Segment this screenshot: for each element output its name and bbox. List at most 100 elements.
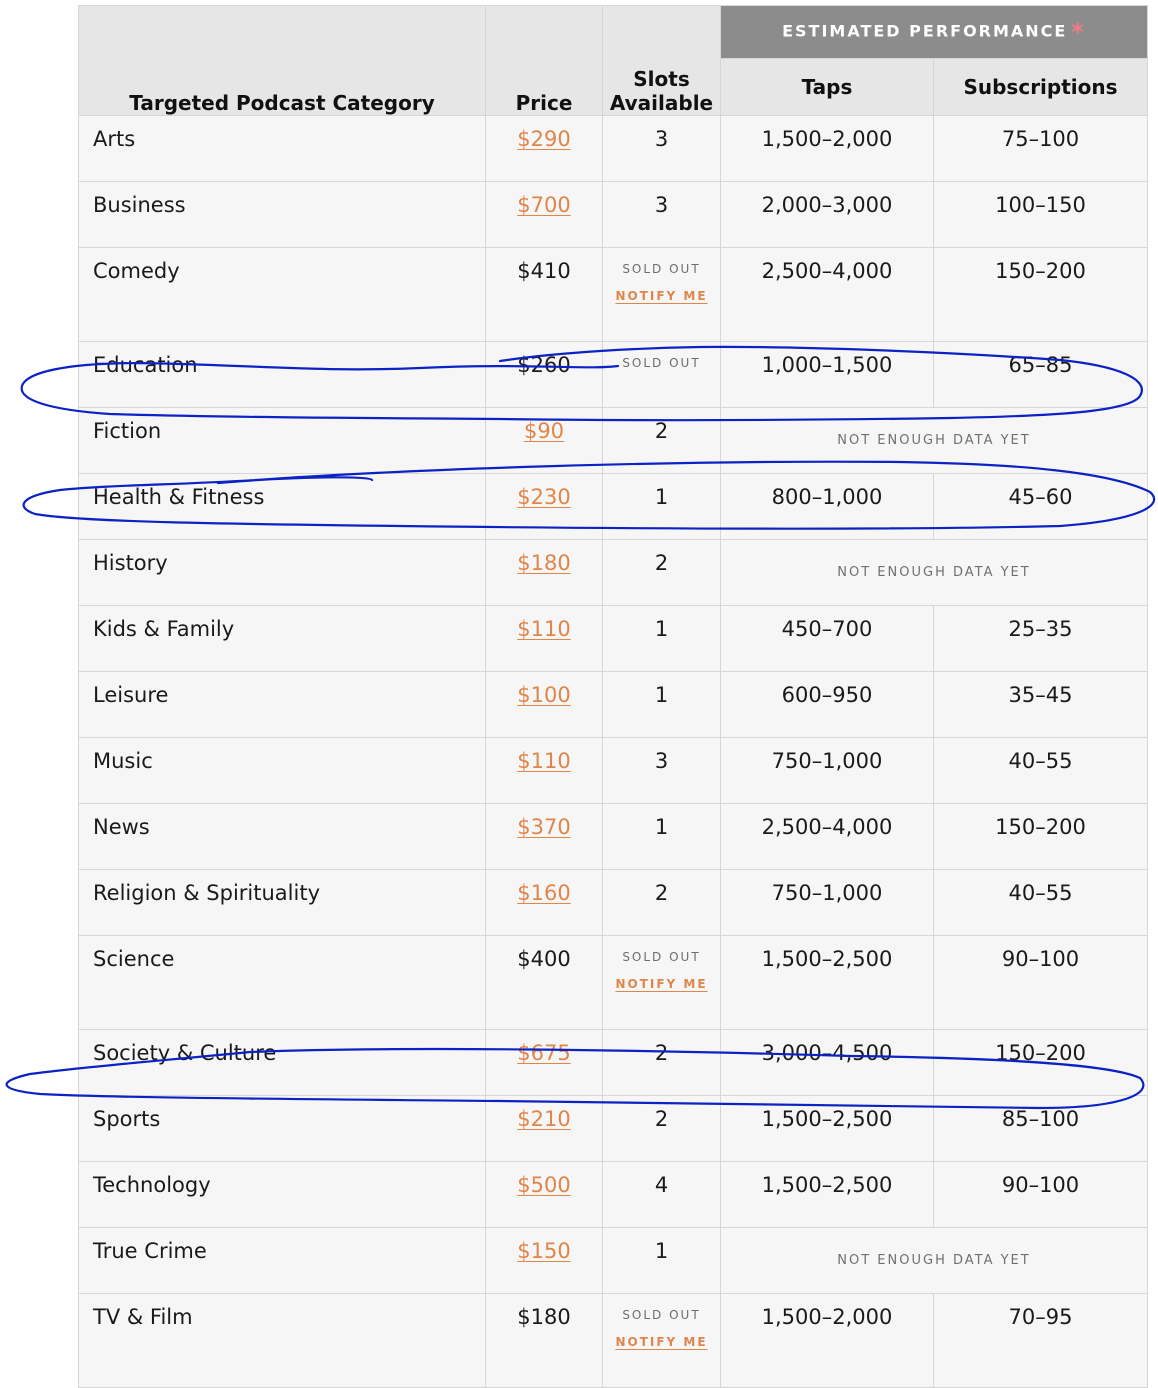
- table-row-business: Business $700 3 2,000–3,000 100–150: [78, 181, 1148, 248]
- price-cell-education: $260: [485, 341, 603, 408]
- price-cell-health-and-fitness: $230: [485, 473, 603, 540]
- price-link-true-crime[interactable]: $150: [517, 1239, 570, 1263]
- category-cell-business: Business: [78, 181, 486, 248]
- price-cell-arts: $290: [485, 115, 603, 182]
- slots-cell-news: 1: [602, 803, 721, 870]
- sold-out-label: SOLD OUT: [622, 356, 701, 370]
- subscriptions-cell-comedy: 150–200: [933, 247, 1148, 342]
- taps-cell-technology: 1,500–2,500: [720, 1161, 934, 1228]
- table-row-technology: Technology $500 4 1,500–2,500 90–100: [78, 1161, 1148, 1228]
- price-link-religion-and-spirituality[interactable]: $160: [517, 881, 570, 905]
- slots-cell-religion-and-spirituality: 2: [602, 869, 721, 936]
- table-row-sports: Sports $210 2 1,500–2,500 85–100: [78, 1095, 1148, 1162]
- category-cell-sports: Sports: [78, 1095, 486, 1162]
- category-cell-leisure: Leisure: [78, 671, 486, 738]
- category-cell-health-and-fitness: Health & Fitness: [78, 473, 486, 540]
- table-body: Arts $290 3 1,500–2,000 75–100 Business $700 3 2…: [78, 115, 1148, 1388]
- table-row-tv-and-film: TV & Film $180 SOLD OUT NOTIFY ME 1,500–2,00…: [78, 1293, 1148, 1388]
- subscriptions-cell-technology: 90–100: [933, 1161, 1148, 1228]
- slots-cell-sports: 2: [602, 1095, 721, 1162]
- header-price: Price: [485, 5, 603, 116]
- slots-cell-comedy: SOLD OUT NOTIFY ME: [602, 247, 721, 342]
- slots-cell-leisure: 1: [602, 671, 721, 738]
- price-cell-religion-and-spirituality: $160: [485, 869, 603, 936]
- notify-me-link-tv-and-film[interactable]: NOTIFY ME: [603, 1335, 720, 1349]
- category-cell-news: News: [78, 803, 486, 870]
- price-link-music[interactable]: $110: [517, 749, 570, 773]
- category-cell-history: History: [78, 539, 486, 606]
- price-cell-kids-and-family: $110: [485, 605, 603, 672]
- price-link-health-and-fitness[interactable]: $230: [517, 485, 570, 509]
- price-value-education: $260: [517, 353, 571, 377]
- category-cell-true-crime: True Crime: [78, 1227, 486, 1294]
- price-link-fiction[interactable]: $90: [524, 419, 564, 443]
- table-row-society-and-culture: Society & Culture $675 2 3,000–4,500 150–200: [78, 1029, 1148, 1096]
- table-row-music: Music $110 3 750–1,000 40–55: [78, 737, 1148, 804]
- not-enough-data-history: NOT ENOUGH DATA YET: [720, 539, 1148, 606]
- slots-value-arts: 3: [654, 127, 669, 151]
- slots-value-kids-and-family: 1: [654, 617, 669, 641]
- subscriptions-cell-health-and-fitness: 45–60: [933, 473, 1148, 540]
- taps-cell-sports: 1,500–2,500: [720, 1095, 934, 1162]
- price-link-business[interactable]: $700: [517, 193, 570, 217]
- price-link-kids-and-family[interactable]: $110: [517, 617, 570, 641]
- price-link-arts[interactable]: $290: [517, 127, 570, 151]
- taps-cell-education: 1,000–1,500: [720, 341, 934, 408]
- slots-cell-business: 3: [602, 181, 721, 248]
- taps-cell-society-and-culture: 3,000–4,500: [720, 1029, 934, 1096]
- price-value-comedy: $410: [517, 259, 571, 283]
- header-slots: Slots Available: [602, 5, 721, 116]
- price-cell-news: $370: [485, 803, 603, 870]
- price-link-news[interactable]: $370: [517, 815, 570, 839]
- slots-cell-fiction: 2: [602, 407, 721, 474]
- subscriptions-cell-education: 65–85: [933, 341, 1148, 408]
- subscriptions-cell-kids-and-family: 25–35: [933, 605, 1148, 672]
- subscriptions-cell-society-and-culture: 150–200: [933, 1029, 1148, 1096]
- price-link-sports[interactable]: $210: [517, 1107, 570, 1131]
- header-slots-line1: Slots: [633, 67, 690, 91]
- asterisk-icon: *: [1071, 18, 1086, 46]
- price-link-society-and-culture[interactable]: $675: [517, 1041, 570, 1065]
- category-cell-science: Science: [78, 935, 486, 1030]
- price-cell-sports: $210: [485, 1095, 603, 1162]
- notify-me-link-comedy[interactable]: NOTIFY ME: [603, 289, 720, 303]
- category-cell-tv-and-film: TV & Film: [78, 1293, 486, 1388]
- taps-cell-music: 750–1,000: [720, 737, 934, 804]
- price-cell-fiction: $90: [485, 407, 603, 474]
- subscriptions-cell-tv-and-film: 70–95: [933, 1293, 1148, 1388]
- taps-cell-news: 2,500–4,000: [720, 803, 934, 870]
- subscriptions-cell-religion-and-spirituality: 40–55: [933, 869, 1148, 936]
- subscriptions-cell-news: 150–200: [933, 803, 1148, 870]
- notify-me-link-science[interactable]: NOTIFY ME: [603, 977, 720, 991]
- price-link-history[interactable]: $180: [517, 551, 570, 575]
- taps-cell-science: 1,500–2,500: [720, 935, 934, 1030]
- not-enough-data-true-crime: NOT ENOUGH DATA YET: [720, 1227, 1148, 1294]
- price-cell-comedy: $410: [485, 247, 603, 342]
- table-row-kids-and-family: Kids & Family $110 1 450–700 25–35: [78, 605, 1148, 672]
- subscriptions-cell-sports: 85–100: [933, 1095, 1148, 1162]
- price-link-leisure[interactable]: $100: [517, 683, 570, 707]
- slots-value-history: 2: [654, 551, 669, 575]
- table-row-history: History $180 2 NOT ENOUGH DATA YET: [78, 539, 1148, 606]
- taps-cell-business: 2,000–3,000: [720, 181, 934, 248]
- category-cell-technology: Technology: [78, 1161, 486, 1228]
- price-cell-technology: $500: [485, 1161, 603, 1228]
- taps-cell-comedy: 2,500–4,000: [720, 247, 934, 342]
- header-taps: Taps: [720, 58, 934, 116]
- taps-cell-kids-and-family: 450–700: [720, 605, 934, 672]
- slots-value-leisure: 1: [654, 683, 669, 707]
- slots-cell-music: 3: [602, 737, 721, 804]
- slots-cell-education: SOLD OUT: [602, 341, 721, 408]
- slots-value-sports: 2: [654, 1107, 669, 1131]
- price-link-technology[interactable]: $500: [517, 1173, 570, 1197]
- slots-cell-true-crime: 1: [602, 1227, 721, 1294]
- slots-cell-tv-and-film: SOLD OUT NOTIFY ME: [602, 1293, 721, 1388]
- slots-cell-health-and-fitness: 1: [602, 473, 721, 540]
- table-row-news: News $370 1 2,500–4,000 150–200: [78, 803, 1148, 870]
- slots-value-fiction: 2: [654, 419, 669, 443]
- slots-value-news: 1: [654, 815, 669, 839]
- table-row-religion-and-spirituality: Religion & Spirituality $160 2 750–1,000 40–…: [78, 869, 1148, 936]
- category-cell-education: Education: [78, 341, 486, 408]
- category-cell-music: Music: [78, 737, 486, 804]
- header-performance-label: ESTIMATED PERFORMANCE: [782, 21, 1068, 41]
